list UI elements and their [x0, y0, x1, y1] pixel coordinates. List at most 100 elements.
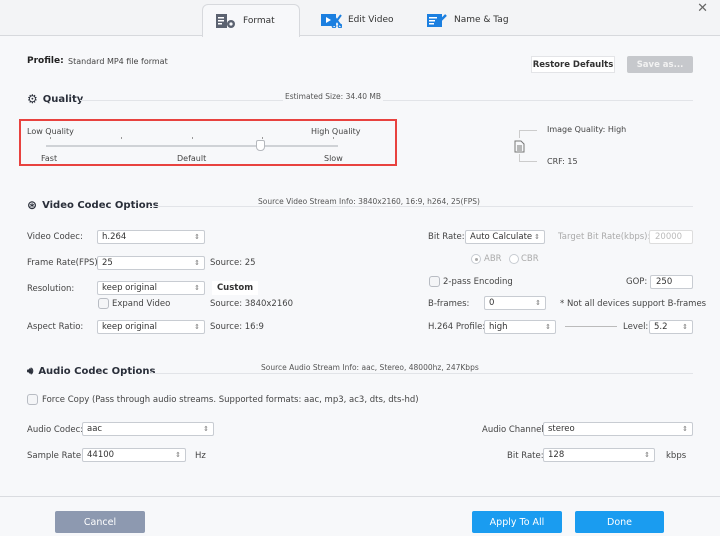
quality-section-title: ⚙ Quality — [27, 92, 83, 106]
h264-profile-select[interactable]: high ⇕ — [484, 320, 556, 334]
target-bit-rate-input[interactable]: 20000 — [649, 230, 693, 244]
tab-name-tag[interactable]: Name & Tag — [414, 4, 521, 36]
video-codec-label: Video Codec: — [27, 232, 83, 242]
apply-to-all-button[interactable]: Apply To All — [472, 511, 562, 533]
speaker-icon: 🔊︎ — [27, 366, 34, 377]
slider-tick — [121, 137, 122, 139]
frame-rate-label: Frame Rate(FPS): — [27, 258, 101, 268]
audio-codec-value: aac — [87, 424, 103, 434]
slider-tick — [192, 137, 193, 139]
level-label: Level: — [623, 322, 649, 332]
aspect-ratio-select[interactable]: keep original ⇕ — [97, 320, 205, 334]
cbr-label: CBR — [521, 254, 539, 264]
level-select[interactable]: 5.2 ⇕ — [649, 320, 693, 334]
restore-defaults-button[interactable]: Restore Defaults — [531, 56, 615, 73]
aspect-ratio-value: keep original — [102, 322, 157, 332]
quality-slider-thumb[interactable] — [256, 140, 266, 151]
select-arrow-icon: ⇕ — [194, 259, 200, 267]
sample-rate-unit: Hz — [195, 451, 206, 461]
resolution-value: keep original — [102, 283, 157, 293]
tab-format-label: Format — [243, 16, 275, 26]
default-label: Default — [177, 154, 207, 163]
slow-label: Slow — [324, 154, 343, 163]
gear-icon: ⚙ — [27, 92, 38, 106]
cancel-button[interactable]: Cancel — [55, 511, 145, 533]
audio-bit-rate-select[interactable]: 128 ⇕ — [543, 448, 655, 462]
select-arrow-icon: ⇕ — [535, 299, 541, 307]
bracket-line — [519, 161, 537, 162]
cbr-radio[interactable] — [509, 254, 519, 264]
two-pass-label: 2-pass Encoding — [443, 277, 513, 287]
bit-rate-select[interactable]: Auto Calculate ⇕ — [465, 230, 545, 244]
estimated-size: Estimated Size: 34.40 MB — [283, 92, 384, 101]
profile-value: Standard MP4 file format — [68, 57, 168, 66]
abr-radio[interactable] — [471, 254, 481, 264]
slider-tick — [262, 137, 263, 139]
format-settings-icon — [216, 14, 235, 28]
low-quality-label: Low Quality — [27, 127, 74, 136]
audio-bit-rate-unit: kbps — [666, 451, 687, 461]
fast-label: Fast — [41, 154, 58, 163]
force-copy-checkbox[interactable] — [27, 394, 38, 405]
tab-bar: Format Edit Video Name & Tag ✕ — [0, 0, 720, 37]
video-section-title: ⊛ Video Codec Options — [27, 198, 159, 212]
target-bit-rate-label: Target Bit Rate(kbps): — [558, 232, 651, 242]
select-arrow-icon: ⇕ — [203, 425, 209, 433]
select-arrow-icon: ⇕ — [644, 451, 650, 459]
select-arrow-icon: ⇕ — [175, 451, 181, 459]
quality-divider — [80, 100, 693, 101]
profile-level-connector — [565, 326, 617, 327]
sample-rate-label: Sample Rate: — [27, 451, 84, 461]
b-frames-note: * Not all devices support B-frames — [560, 299, 707, 309]
audio-section-title: 🔊︎ Audio Codec Options — [27, 366, 155, 377]
select-arrow-icon: ⇕ — [545, 323, 551, 331]
select-arrow-icon: ⇕ — [682, 425, 688, 433]
film-reel-icon: ⊛ — [27, 198, 38, 212]
audio-codec-select[interactable]: aac ⇕ — [82, 422, 214, 436]
audio-title: Audio Codec Options — [38, 366, 156, 377]
quality-slider-track[interactable] — [46, 145, 338, 147]
audio-channel-label: Audio Channel: — [482, 425, 547, 435]
two-pass-checkbox[interactable] — [429, 276, 440, 287]
gop-input[interactable]: 250 — [650, 275, 693, 289]
custom-resolution-button[interactable]: Custom — [212, 281, 258, 295]
select-arrow-icon: ⇕ — [194, 284, 200, 292]
footer: Cancel Apply To All Done — [0, 496, 720, 536]
profile-label: Profile: — [27, 56, 64, 66]
audio-codec-label: Audio Codec: — [27, 425, 84, 435]
level-value: 5.2 — [654, 322, 668, 332]
aspect-ratio-label: Aspect Ratio: — [27, 322, 84, 332]
done-button[interactable]: Done — [575, 511, 664, 533]
h264-profile-label: H.264 Profile: — [428, 322, 486, 332]
audio-bit-rate-label: Bit Rate: — [507, 451, 544, 461]
save-as-button[interactable]: Save as... — [627, 56, 693, 73]
frame-rate-select[interactable]: 25 ⇕ — [97, 256, 205, 270]
document-icon — [514, 140, 525, 153]
tab-edit-video-label: Edit Video — [348, 15, 394, 25]
b-frames-select[interactable]: 0 ⇕ — [484, 296, 546, 310]
video-divider — [150, 206, 693, 207]
video-codec-value: h.264 — [102, 232, 127, 242]
close-icon[interactable]: ✕ — [697, 1, 708, 16]
tab-edit-video[interactable]: Edit Video — [308, 4, 406, 36]
resolution-source: Source: 3840x2160 — [210, 299, 294, 309]
slider-tick — [333, 137, 334, 139]
image-quality: Image Quality: High — [547, 125, 627, 134]
select-arrow-icon: ⇕ — [194, 233, 200, 241]
force-copy-label: Force Copy (Pass through audio streams. … — [42, 395, 419, 405]
video-codec-select[interactable]: h.264 ⇕ — [97, 230, 205, 244]
bit-rate-label: Bit Rate: — [428, 232, 465, 242]
quality-title: Quality — [42, 93, 84, 105]
select-arrow-icon: ⇕ — [682, 323, 688, 331]
expand-video-label: Expand Video — [112, 299, 171, 309]
frame-rate-value: 25 — [102, 258, 113, 268]
audio-channel-value: stereo — [548, 424, 575, 434]
high-quality-label: High Quality — [311, 127, 361, 136]
tab-name-tag-label: Name & Tag — [454, 15, 509, 25]
expand-video-checkbox[interactable] — [98, 298, 109, 309]
audio-channel-select[interactable]: stereo ⇕ — [543, 422, 693, 436]
resolution-select[interactable]: keep original ⇕ — [97, 281, 205, 295]
tab-format[interactable]: Format — [202, 4, 300, 37]
b-frames-value: 0 — [489, 298, 495, 308]
sample-rate-select[interactable]: 44100 ⇕ — [82, 448, 186, 462]
